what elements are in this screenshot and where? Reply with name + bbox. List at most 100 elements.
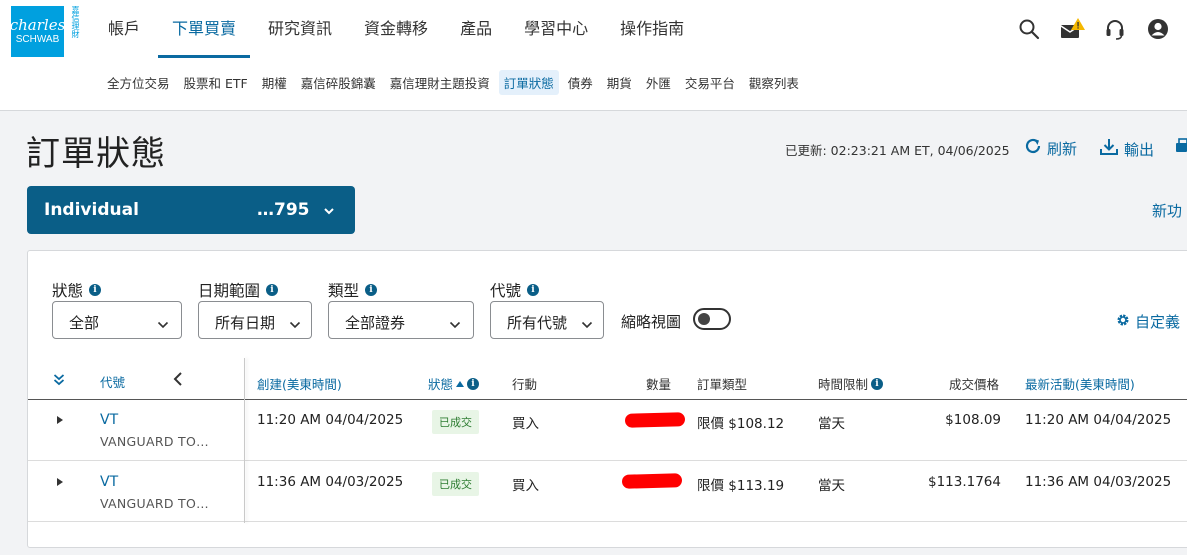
export-button[interactable]: 輸出 [1099, 137, 1154, 161]
info-icon[interactable]: i [467, 377, 480, 390]
gear-icon [1116, 313, 1130, 331]
info-icon[interactable]: i [365, 284, 378, 296]
subnav-watchlists[interactable]: 觀察列表 [744, 70, 804, 95]
security-description: VANGUARD TO… [100, 434, 209, 449]
row-divider [28, 460, 1187, 461]
nav-guide[interactable]: 操作指南 [606, 0, 698, 58]
row-divider [28, 521, 1187, 522]
status-filter-label: 狀態 i [52, 279, 102, 301]
status-filter-label-text: 狀態 [52, 282, 84, 300]
nav-products[interactable]: 產品 [446, 0, 506, 58]
subnav-stocks-etf[interactable]: 股票和 ETF [179, 70, 253, 95]
nav-learning[interactable]: 學習中心 [510, 0, 602, 58]
status-filter-value: 全部 [69, 314, 100, 332]
expand-row-icon[interactable] [57, 416, 63, 424]
subnav-options[interactable]: 期權 [257, 70, 292, 95]
symbol-filter-label: 代號 i [490, 279, 540, 301]
refresh-button[interactable]: 刷新 [1024, 137, 1077, 159]
sub-nav: 全方位交易 股票和 ETF 期權 嘉信碎股錦囊 嘉信理財主題投資 訂單狀態 債券… [102, 70, 808, 95]
expand-all-icon[interactable] [53, 372, 65, 391]
col-header-last-activity[interactable]: 最新活動(美東時間) [1025, 374, 1135, 393]
expand-row-icon[interactable] [57, 478, 63, 486]
subnav-fractional-shares[interactable]: 嘉信碎股錦囊 [296, 70, 381, 95]
search-icon[interactable] [1016, 16, 1042, 42]
headset-icon[interactable] [1102, 16, 1128, 42]
col-header-action: 行動 [512, 374, 537, 393]
date-range-filter-select[interactable]: 所有日期 [198, 301, 312, 339]
info-icon[interactable]: i [89, 284, 102, 296]
col-header-symbol[interactable]: 代號 [100, 372, 125, 391]
account-name: Individual [44, 200, 139, 220]
logo-line1: charles [9, 16, 66, 34]
logo-line2: SCHWAB [15, 34, 60, 45]
col-header-status[interactable]: 狀態 i [428, 374, 480, 393]
col-header-last-activity-text: 最新活動(美東時間) [1025, 377, 1135, 392]
nav-trade[interactable]: 下單買賣 [158, 0, 251, 58]
last-updated-text: 已更新: 02:23:21 AM ET, 04/06/2025 [785, 143, 1010, 158]
date-range-filter-label-text: 日期範圍 [198, 282, 261, 300]
col-header-created[interactable]: 創建(美東時間) [257, 374, 342, 393]
col-header-fill-price-text: 成交價格 [949, 377, 1000, 392]
redacted-quantity [621, 473, 683, 489]
download-icon [1099, 137, 1119, 161]
security-description: VANGUARD TO… [100, 496, 209, 511]
nav-research[interactable]: 研究資訊 [254, 0, 346, 58]
symbol-link[interactable]: VT [100, 412, 118, 428]
header-icons [1016, 16, 1171, 42]
subnav-trading-platforms[interactable]: 交易平台 [680, 70, 740, 95]
symbol-link[interactable]: VT [100, 474, 118, 490]
top-header: charles SCHWAB 嘉信理財 帳戶 下單買賣 研究資訊 資金轉移 產品… [0, 0, 1187, 111]
status-filter-select[interactable]: 全部 [52, 301, 182, 339]
symbol-filter-select[interactable]: 所有代號 [490, 301, 604, 339]
schwab-logo[interactable]: charles SCHWAB 嘉信理財 [9, 6, 81, 57]
mail-alert-icon[interactable] [1059, 16, 1085, 42]
type-filter-select[interactable]: 全部證券 [328, 301, 474, 339]
col-header-time-limit-text: 時間限制 [818, 377, 869, 392]
account-selector[interactable]: Individual …795 [27, 186, 355, 234]
info-icon[interactable]: i [527, 284, 540, 296]
col-header-quantity-text: 數量 [646, 377, 672, 392]
fill-price: $108.09 [945, 412, 1001, 428]
logo-mark: charles SCHWAB [9, 6, 66, 57]
col-header-order-type: 訂單類型 [697, 374, 747, 393]
nav-transfers[interactable]: 資金轉移 [350, 0, 442, 58]
chevron-left-icon[interactable] [172, 371, 184, 391]
subnav-bonds[interactable]: 債券 [563, 70, 598, 95]
account-number: …795 [257, 200, 310, 220]
print-button[interactable] [1176, 137, 1187, 161]
chevron-down-icon [289, 316, 301, 334]
subnav-thematic-investing[interactable]: 嘉信理財主題投資 [385, 70, 495, 95]
action-text: 買入 [512, 416, 539, 432]
col-header-order-type-text: 訂單類型 [697, 377, 748, 392]
main-nav: 帳戶 下單買賣 研究資訊 資金轉移 產品 學習中心 操作指南 [94, 0, 702, 58]
new-features-link[interactable]: 新功 [1152, 200, 1182, 221]
subnav-all-in-one[interactable]: 全方位交易 [102, 70, 175, 95]
subnav-order-status[interactable]: 訂單狀態 [498, 70, 559, 95]
col-header-status-text: 狀態 [428, 377, 454, 392]
subnav-forex[interactable]: 外匯 [641, 70, 676, 95]
type-filter-label: 類型 i [328, 279, 378, 301]
type-filter-label-text: 類型 [328, 282, 360, 300]
chevron-down-icon [157, 316, 169, 334]
toggle-knob [698, 313, 710, 325]
col-header-created-text: 創建(美東時間) [257, 377, 342, 392]
last-activity: 11:20 AM 04/04/2025 [1025, 412, 1172, 428]
refresh-icon [1024, 137, 1042, 159]
status-badge: 已成交 [432, 472, 479, 496]
created-time: 11:36 AM 04/03/2025 [257, 474, 404, 490]
action-text: 買入 [512, 478, 539, 494]
nav-accounts[interactable]: 帳戶 [94, 0, 154, 58]
symbol-filter-value: 所有代號 [507, 314, 568, 332]
status-badge: 已成交 [432, 410, 479, 434]
info-icon[interactable]: i [266, 284, 279, 296]
chevron-down-icon [323, 202, 335, 221]
col-header-symbol-text: 代號 [100, 375, 126, 390]
sort-ascending-icon [456, 376, 465, 391]
time-limit: 當天 [818, 416, 845, 432]
user-icon[interactable] [1145, 16, 1171, 42]
logo-chinese-text: 嘉信理財 [71, 6, 80, 38]
compact-view-toggle[interactable] [693, 308, 731, 330]
subnav-futures[interactable]: 期貨 [602, 70, 637, 95]
customize-button[interactable]: 自定義 [1116, 311, 1180, 332]
info-icon[interactable]: i [871, 377, 884, 390]
